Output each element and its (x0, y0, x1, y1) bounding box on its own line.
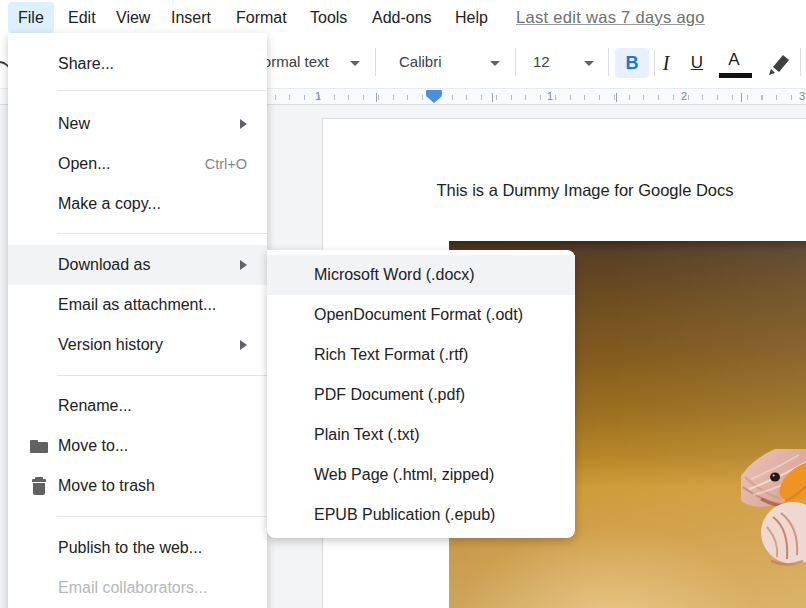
file-menu-item-download-as[interactable]: Download as (8, 245, 267, 285)
submenu-item-rtf[interactable]: Rich Text Format (.rtf) (267, 335, 575, 375)
submenu-item-docx[interactable]: Microsoft Word (.docx) (267, 255, 575, 295)
file-menu: Share... New Open... Ctrl+O Make a copy.… (8, 33, 267, 608)
ruler-label-1-left: 1 (315, 90, 321, 102)
document-body-text: This is a Dummy Image for Google Docs (315, 181, 806, 200)
folder-icon (30, 437, 48, 455)
indent-marker[interactable] (426, 90, 442, 104)
file-menu-item-version-history[interactable]: Version history (8, 325, 267, 365)
ruler-label-3: 3 (799, 90, 805, 102)
ruler-label-2: 2 (681, 90, 687, 102)
submenu-item-odt[interactable]: OpenDocument Format (.odt) (267, 295, 575, 335)
file-menu-item-publish-to-web[interactable]: Publish to the web... (8, 528, 267, 568)
trash-icon (30, 477, 48, 495)
menu-insert[interactable]: Insert (161, 2, 221, 33)
submenu-arrow-icon (240, 119, 247, 129)
download-as-submenu: Microsoft Word (.docx) OpenDocument Form… (267, 250, 575, 538)
last-edit-link[interactable]: Last edit was 7 days ago (516, 8, 705, 27)
menu-tools[interactable]: Tools (300, 2, 357, 33)
menu-edit[interactable]: Edit (58, 2, 106, 33)
submenu-arrow-icon (240, 340, 247, 350)
menu-file[interactable]: File (8, 2, 54, 33)
file-menu-item-email-as-attachment[interactable]: Email as attachment... (8, 285, 267, 325)
styles-dropdown-arrow-icon[interactable] (350, 61, 360, 66)
submenu-item-epub[interactable]: EPUB Publication (.epub) (267, 495, 575, 535)
font-dropdown-arrow-icon[interactable] (490, 61, 500, 66)
paint-format-icon[interactable] (765, 50, 793, 76)
ruler-ticks (260, 95, 806, 100)
submenu-item-txt[interactable]: Plain Text (.txt) (267, 415, 575, 455)
submenu-arrow-icon (240, 260, 247, 270)
file-menu-item-move-to[interactable]: Move to... (8, 426, 267, 466)
file-menu-item-new[interactable]: New (8, 104, 267, 144)
font-size-dropdown-arrow-icon[interactable] (584, 61, 594, 66)
text-color-bar (719, 73, 752, 78)
submenu-item-pdf[interactable]: PDF Document (.pdf) (267, 375, 575, 415)
font-dropdown[interactable]: Calibri (399, 53, 442, 70)
menu-bar: File Edit View Insert Format Tools Add-o… (0, 0, 806, 36)
file-menu-item-open[interactable]: Open... Ctrl+O (8, 144, 267, 184)
italic-button[interactable]: I (653, 50, 679, 76)
ruler-label-1: 1 (547, 90, 553, 102)
bold-button[interactable]: B (615, 48, 649, 78)
butterfly-image (741, 449, 806, 569)
menu-addons[interactable]: Add-ons (362, 2, 442, 33)
underline-button[interactable]: U (684, 50, 710, 76)
file-menu-item-email-collaborators[interactable]: Email collaborators... (8, 568, 267, 608)
menu-view[interactable]: View (106, 2, 160, 33)
submenu-item-html[interactable]: Web Page (.html, zipped) (267, 455, 575, 495)
menu-help[interactable]: Help (445, 2, 498, 33)
file-menu-item-rename[interactable]: Rename... (8, 386, 267, 426)
file-menu-item-share[interactable]: Share... (8, 44, 267, 84)
font-size-dropdown[interactable]: 12 (533, 53, 550, 70)
file-menu-item-move-to-trash[interactable]: Move to trash (8, 466, 267, 506)
file-menu-item-make-a-copy[interactable]: Make a copy... (8, 184, 267, 224)
menu-format[interactable]: Format (226, 2, 297, 33)
